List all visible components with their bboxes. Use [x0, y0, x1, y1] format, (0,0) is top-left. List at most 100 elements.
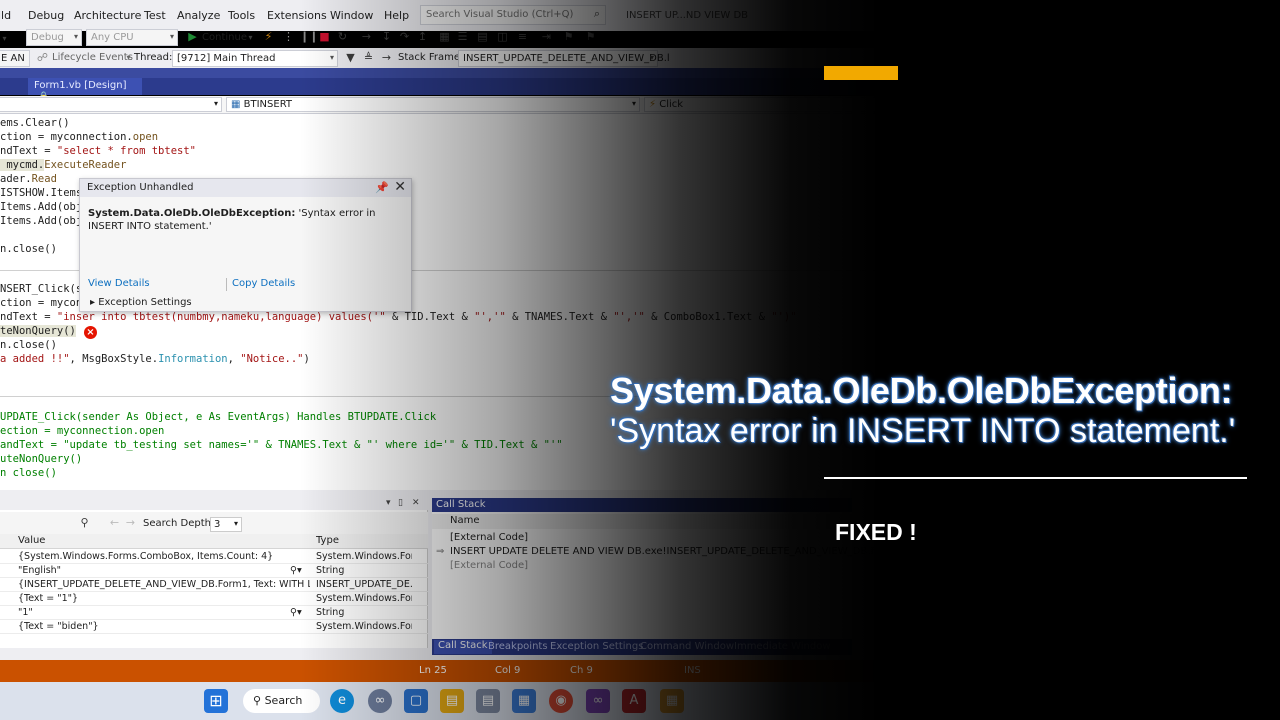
lifecycle-events-button[interactable]: Lifecycle Events — [52, 52, 133, 63]
bookmark-icon[interactable]: ⚑ — [562, 30, 575, 43]
code-line: Items.Add(obj — [0, 214, 82, 228]
list-item[interactable]: [External Code] — [450, 560, 528, 571]
edge-browser-icon[interactable]: e — [330, 689, 354, 713]
error-icon[interactable]: × — [84, 326, 97, 339]
code-method: ExecuteReader — [44, 159, 127, 171]
menu-build[interactable]: ild — [0, 9, 11, 22]
align-icon[interactable]: ≡ — [516, 30, 529, 43]
column-header-name[interactable]: Name — [432, 514, 852, 529]
code-text: Items.Add(obj — [0, 215, 83, 227]
code-text: UPDATE_Click(sender As Object, e As Even… — [0, 411, 437, 423]
cell-type: System.Windows.For... — [316, 551, 412, 562]
tab-breakpoints[interactable]: Breakpoints — [488, 641, 548, 652]
taskbar-search[interactable]: ⚲ Search — [243, 689, 320, 713]
code-line: uteNonQuery() — [0, 452, 82, 466]
close-icon[interactable]: ✕ — [394, 179, 406, 195]
file-explorer-icon[interactable]: ▤ — [440, 689, 464, 713]
column-header-value[interactable]: Value — [18, 535, 45, 546]
menu-window[interactable]: Window — [330, 9, 373, 22]
magnifier-icon[interactable]: ⚲▾ — [290, 606, 302, 620]
menu-architecture[interactable]: Architecture — [74, 9, 141, 22]
bookmark-prev-icon[interactable]: ⚑ — [584, 30, 597, 43]
thread-select[interactable]: [9712] Main Thread ▾ — [172, 50, 338, 67]
search-depth-select[interactable]: 3 ▾ — [210, 517, 242, 532]
restart-icon[interactable]: ↻ — [336, 30, 349, 43]
table-row[interactable]: {INSERT_UPDATE_DELETE_AND_VIEW_DB.Form1,… — [0, 578, 428, 592]
view-details-link[interactable]: View Details — [88, 278, 150, 289]
connect-icon[interactable]: ∞ — [368, 689, 392, 713]
tab-immediate-window[interactable]: Immediate Window — [734, 641, 831, 652]
table-row[interactable]: {Text = "biden"} System.Windows.For... — [0, 620, 428, 634]
column-header-type[interactable]: Type — [316, 535, 339, 546]
dots-icon[interactable]: ⋮ — [282, 30, 295, 43]
indent-icon[interactable]: ⇥ — [540, 30, 553, 43]
stack-frame-icon[interactable]: → — [380, 51, 393, 64]
tab-form1-design[interactable]: Form1.vb [Design]🔒 — [28, 78, 142, 102]
search-icon[interactable]: ⚲ — [78, 516, 91, 529]
close-icon[interactable]: ✕ — [412, 498, 420, 508]
menu-debug[interactable]: Debug — [28, 9, 64, 22]
code-text: ader. — [0, 173, 32, 185]
menu-test[interactable]: Test — [144, 9, 166, 22]
threads-icon[interactable]: ☰ — [456, 30, 469, 43]
continue-button[interactable]: Continue — [202, 32, 247, 43]
tab-call-stack[interactable]: Call Stack — [434, 640, 492, 654]
hot-reload-icon[interactable]: ⚡ — [262, 30, 275, 43]
code-method: teNonQuery() — [0, 325, 76, 337]
table-row[interactable]: "English" ⚲▾ String — [0, 564, 428, 578]
tab-exception-settings[interactable]: Exception Settings — [550, 641, 643, 652]
stop-icon[interactable]: ■ — [318, 30, 331, 43]
menu-help[interactable]: Help — [384, 9, 409, 22]
app-icon[interactable]: ▦ — [512, 689, 536, 713]
lifecycle-icon[interactable]: ☍ — [36, 51, 49, 64]
magnifier-icon[interactable]: ⚲▾ — [290, 564, 302, 578]
headline-error-message: 'Syntax error in INSERT INTO statement.' — [610, 412, 1236, 450]
chevron-down-icon[interactable]: ▾ — [244, 31, 257, 44]
filter-icon[interactable]: ▼ — [344, 51, 357, 64]
copy-details-link[interactable]: Copy Details — [232, 278, 295, 289]
access-icon[interactable]: A — [622, 689, 646, 713]
table-row[interactable]: {Text = "1"} System.Windows.For... — [0, 592, 428, 606]
screen-icon[interactable]: ▢ — [404, 689, 428, 713]
stack-icon[interactable]: ▤ — [476, 30, 489, 43]
code-line: ction = mycon — [0, 296, 82, 310]
menu-extensions[interactable]: Extensions — [267, 9, 327, 22]
pin-icon[interactable]: ▯ — [398, 498, 403, 508]
step-over-icon[interactable]: ↷ — [398, 30, 411, 43]
tab-command-window[interactable]: Command Window — [640, 641, 734, 652]
menu-analyze[interactable]: Analyze — [177, 9, 220, 22]
watch-icon[interactable]: ◫ — [496, 30, 509, 43]
hex-icon[interactable]: ▦ — [438, 30, 451, 43]
vs-search-input[interactable]: Search Visual Studio (Ctrl+Q) ⌕ — [420, 5, 606, 25]
app-icon[interactable]: ▦ — [660, 689, 684, 713]
configuration-select[interactable]: Debug ▾ — [26, 29, 82, 46]
play-icon[interactable]: ▶ — [186, 30, 199, 43]
pause-icon[interactable]: ❙❙ — [300, 30, 318, 43]
pin-icon[interactable]: 📌 — [375, 181, 389, 194]
event-select[interactable]: ⚡ Click — [644, 97, 944, 112]
app-icon[interactable]: ▤ — [476, 689, 500, 713]
code-line: ader.Read — [0, 172, 57, 186]
stack-frame-select[interactable]: INSERT_UPDATE_DELETE_AND_VIEW_DB.l ▾ — [458, 50, 670, 67]
chrome-browser-icon[interactable]: ◉ — [549, 689, 573, 713]
object-select[interactable]: ▦ BTINSERT ▾ — [226, 97, 640, 112]
chevron-down-icon[interactable]: ▾ — [386, 498, 391, 508]
exception-settings-expander[interactable]: ▸ Exception Settings — [90, 297, 192, 308]
step-into-icon[interactable]: ↧ — [380, 30, 393, 43]
back-arrow-icon[interactable]: ← — [108, 516, 121, 529]
windows-start-icon[interactable]: ⊞ — [204, 689, 228, 713]
show-next-statement-icon[interactable]: → — [360, 30, 373, 43]
flag-threads-icon[interactable]: ≜ — [362, 51, 375, 64]
class-select[interactable]: ▾ — [0, 97, 222, 112]
table-row[interactable]: "1" ⚲▾ String — [0, 606, 428, 620]
process-select[interactable]: E AN — [0, 50, 30, 67]
list-item[interactable]: INSERT UPDATE DELETE AND VIEW DB.exe!INS… — [450, 546, 902, 557]
menu-tools[interactable]: Tools — [228, 9, 255, 22]
dropdown-icon[interactable]: ▾ — [0, 32, 11, 45]
list-item[interactable]: [External Code] — [450, 532, 528, 543]
table-row[interactable]: {System.Windows.Forms.ComboBox, Items.Co… — [0, 550, 428, 564]
platform-select[interactable]: Any CPU ▾ — [86, 29, 178, 46]
visual-studio-icon[interactable]: ∞ — [586, 689, 610, 713]
forward-arrow-icon[interactable]: → — [124, 516, 137, 529]
step-out-icon[interactable]: ↥ — [416, 30, 429, 43]
